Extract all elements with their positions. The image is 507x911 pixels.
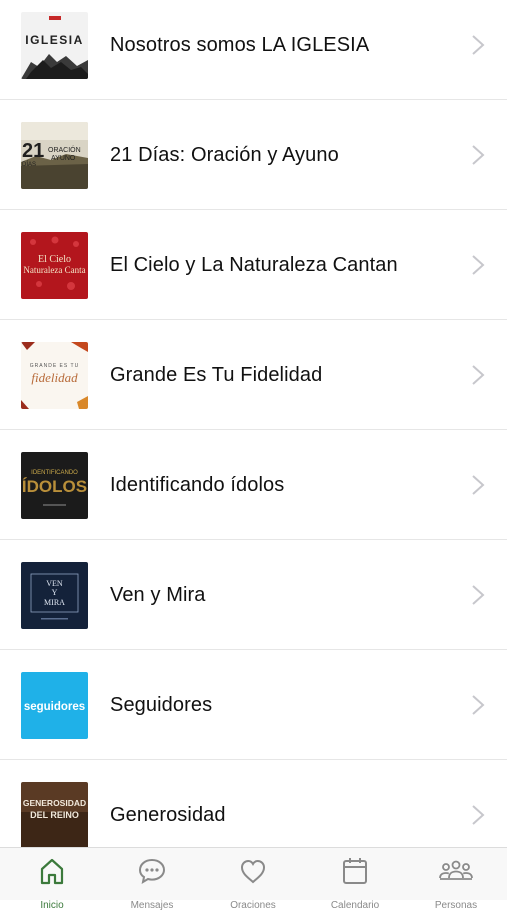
chat-bubble-icon <box>138 858 166 885</box>
chevron-right-icon <box>472 365 485 385</box>
chevron-right-icon <box>472 695 485 715</box>
series-list: IGLESIA Nosotros somos LA IGLESIA 21 DÍA… <box>0 0 507 870</box>
series-title: Nosotros somos LA IGLESIA <box>110 34 370 56</box>
series-thumbnail: El Cielo Naturaleza Canta <box>21 232 88 299</box>
list-item[interactable]: GRANDE ES TU fidelidad Grande Es Tu Fide… <box>0 320 507 430</box>
list-item[interactable]: VEN Y MIRA Ven y Mira <box>0 540 507 650</box>
series-thumbnail: 21 DÍAS ORACIÓN AYUNO <box>21 122 88 189</box>
tab-label: Mensajes <box>130 900 174 911</box>
svg-text:VEN: VEN <box>46 579 63 588</box>
chevron-right-icon <box>472 35 485 55</box>
svg-text:AYUNO: AYUNO <box>51 155 76 162</box>
tab-prayers[interactable]: Oraciones <box>230 856 276 911</box>
list-item[interactable]: IGLESIA Nosotros somos LA IGLESIA <box>0 0 507 100</box>
svg-text:IDENTIFICANDO: IDENTIFICANDO <box>31 470 78 476</box>
svg-text:GRANDE ES TU: GRANDE ES TU <box>30 363 79 369</box>
svg-text:DEL REINO: DEL REINO <box>30 810 79 820</box>
svg-text:El Cielo: El Cielo <box>38 254 71 265</box>
chevron-right-icon <box>472 805 485 825</box>
series-title: 21 Días: Oración y Ayuno <box>110 144 339 166</box>
svg-text:21: 21 <box>22 140 44 162</box>
series-title: Identificando ídolos <box>110 474 285 496</box>
tab-messages[interactable]: Mensajes <box>131 856 173 911</box>
chevron-right-icon <box>472 255 485 275</box>
svg-text:GENEROSIDAD: GENEROSIDAD <box>23 798 86 808</box>
tab-label: Oraciones <box>230 900 276 911</box>
series-thumbnail: seguidores <box>21 672 88 739</box>
series-title: Seguidores <box>110 694 213 716</box>
series-thumbnail: GENEROSIDAD DEL REINO <box>21 782 88 849</box>
chevron-right-icon <box>472 475 485 495</box>
tab-bar: Inicio Mensajes Oraciones Calendario Per… <box>0 847 507 911</box>
tab-label: Inicio <box>40 900 64 911</box>
heart-icon <box>240 859 266 884</box>
series-thumbnail: VEN Y MIRA <box>21 562 88 629</box>
svg-text:Y: Y <box>52 588 58 597</box>
series-thumbnail: IDENTIFICANDO ÍDOLOS <box>21 452 88 519</box>
series-title: Grande Es Tu Fidelidad <box>110 364 323 386</box>
svg-text:ÍDOLOS: ÍDOLOS <box>22 477 87 496</box>
chevron-right-icon <box>472 585 485 605</box>
series-thumbnail: IGLESIA <box>21 12 88 79</box>
calendar-icon <box>343 858 367 884</box>
series-thumbnail: GRANDE ES TU fidelidad <box>21 342 88 409</box>
people-icon <box>439 860 473 880</box>
svg-text:MIRA: MIRA <box>44 598 65 607</box>
svg-text:IGLESIA: IGLESIA <box>25 33 84 47</box>
tab-people[interactable]: Personas <box>435 856 477 911</box>
tab-label: Calendario <box>330 900 380 911</box>
home-icon <box>40 858 64 885</box>
series-title: El Cielo y La Naturaleza Cantan <box>110 254 398 276</box>
svg-text:ORACIÓN: ORACIÓN <box>48 145 81 154</box>
list-item[interactable]: IDENTIFICANDO ÍDOLOS Identificando ídolo… <box>0 430 507 540</box>
tab-label: Personas <box>434 900 478 911</box>
svg-text:seguidores: seguidores <box>24 701 85 713</box>
chevron-right-icon <box>472 145 485 165</box>
series-title: Ven y Mira <box>110 584 206 606</box>
list-item[interactable]: 21 DÍAS ORACIÓN AYUNO 21 Días: Oración y… <box>0 100 507 210</box>
tab-home[interactable]: Inicio <box>32 856 72 911</box>
tab-calendar[interactable]: Calendario <box>331 856 379 911</box>
svg-text:DÍAS: DÍAS <box>22 161 36 168</box>
svg-text:fidelidad: fidelidad <box>31 370 78 385</box>
svg-text:Naturaleza Canta: Naturaleza Canta <box>23 265 85 275</box>
list-item[interactable]: seguidores Seguidores <box>0 650 507 760</box>
list-item[interactable]: El Cielo Naturaleza Canta El Cielo y La … <box>0 210 507 320</box>
